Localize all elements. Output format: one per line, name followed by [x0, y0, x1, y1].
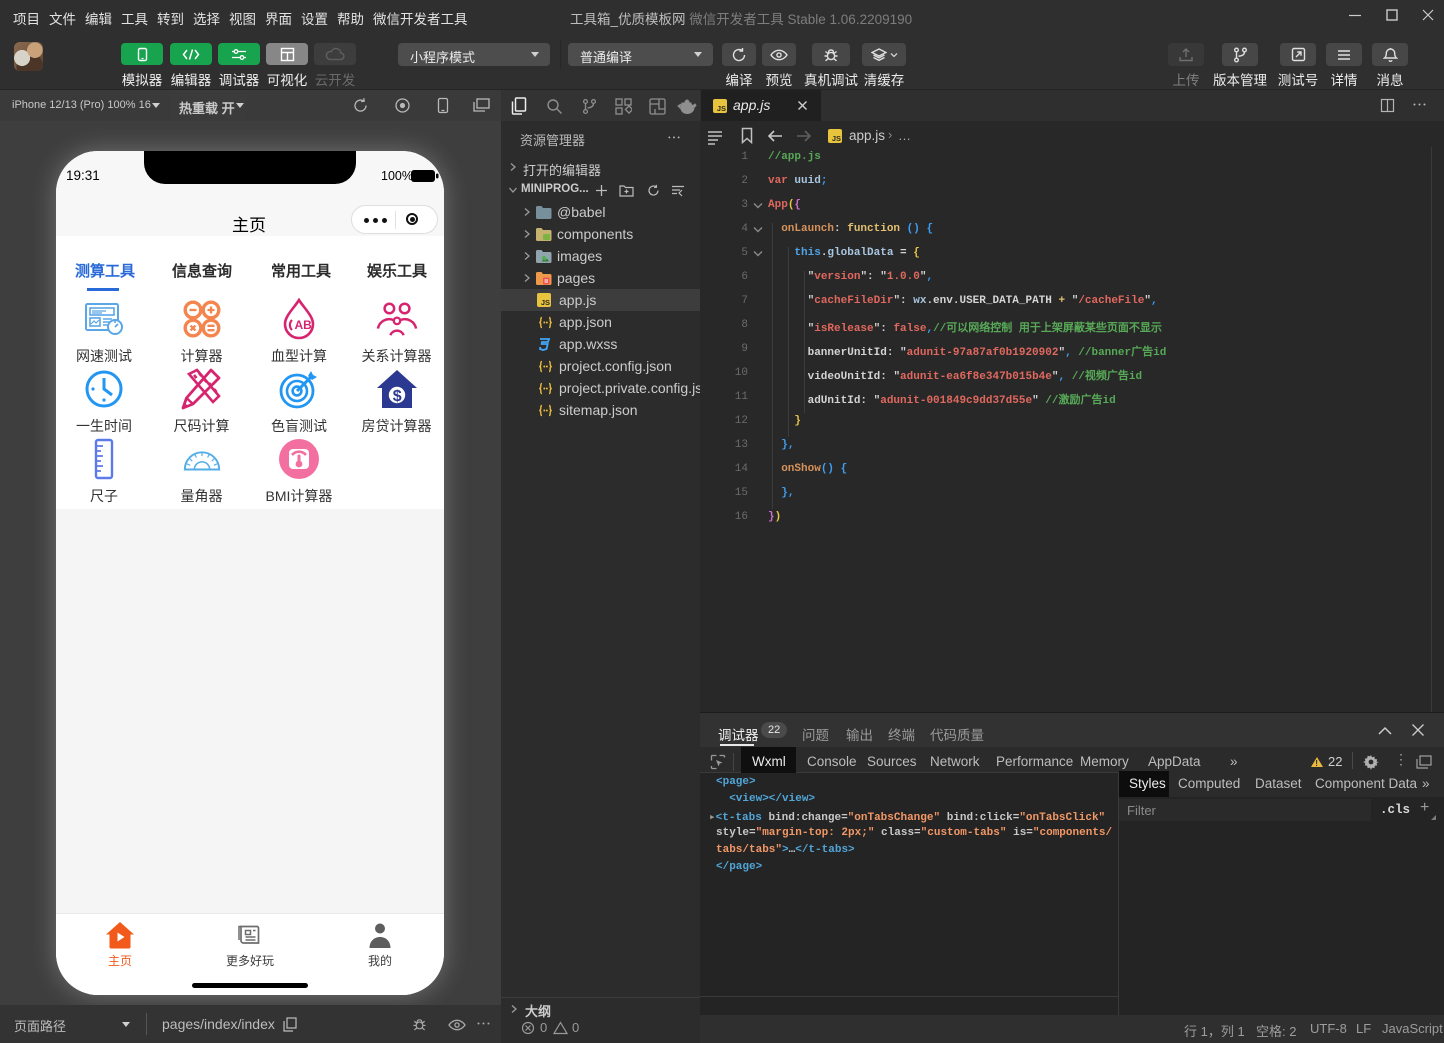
svg-text:!: ! — [1315, 759, 1318, 768]
svg-text:AB: AB — [295, 318, 313, 332]
svg-text:$: $ — [392, 388, 401, 405]
